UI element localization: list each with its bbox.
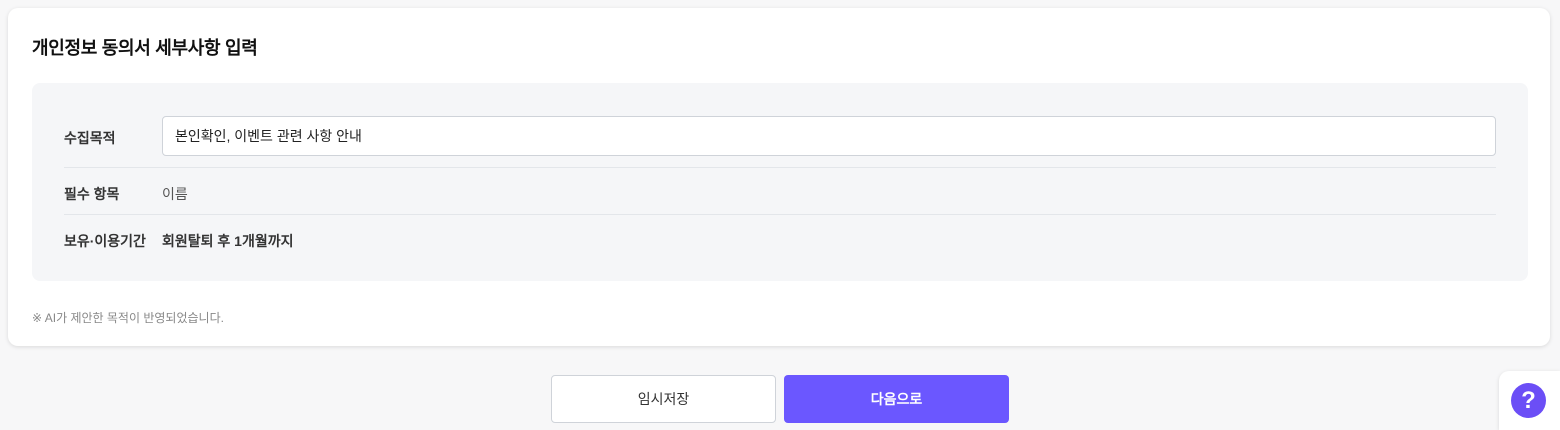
- purpose-label: 수집목적: [64, 130, 116, 146]
- required-items-label: 필수 항목: [64, 186, 120, 202]
- page-title: 개인정보 동의서 세부사항 입력: [32, 38, 258, 58]
- temp-save-button[interactable]: 임시저장: [551, 375, 776, 423]
- question-icon[interactable]: ?: [1511, 383, 1546, 418]
- divider: [64, 214, 1496, 215]
- consent-details-card: 개인정보 동의서 세부사항 입력 수집목적 필수 항목 이름 보유·이용기간 회…: [8, 8, 1550, 346]
- purpose-input[interactable]: [162, 116, 1496, 156]
- help-widget: ?: [1499, 371, 1560, 430]
- required-items-value: 이름: [162, 186, 188, 202]
- divider: [64, 167, 1496, 168]
- ai-suggestion-note: ※ AI가 제안한 목적이 반영되었습니다.: [32, 311, 224, 325]
- retention-period-label: 보유·이용기간: [64, 233, 146, 249]
- next-button[interactable]: 다음으로: [784, 375, 1009, 423]
- details-panel: 수집목적 필수 항목 이름 보유·이용기간 회원탈퇴 후 1개월까지: [32, 83, 1528, 281]
- retention-period-value: 회원탈퇴 후 1개월까지: [162, 233, 294, 249]
